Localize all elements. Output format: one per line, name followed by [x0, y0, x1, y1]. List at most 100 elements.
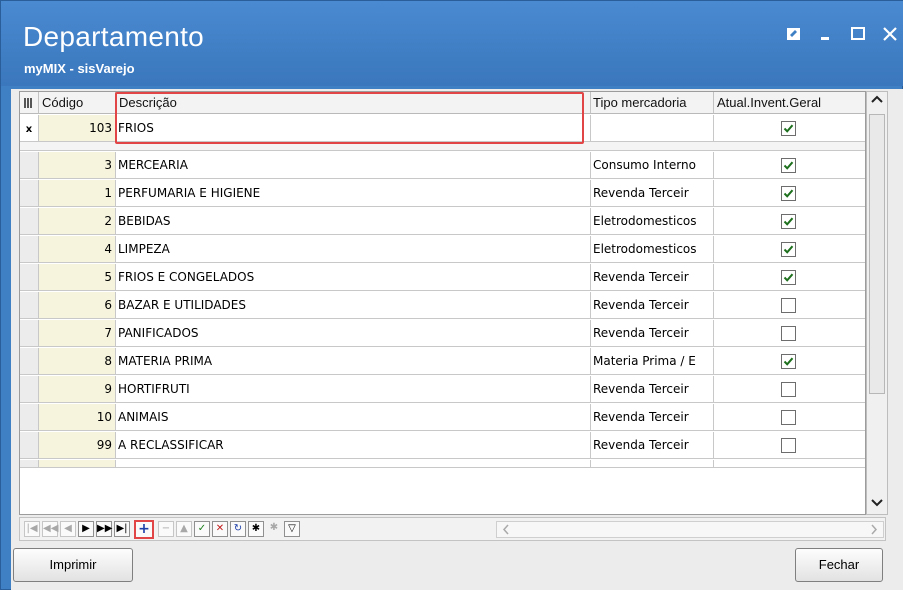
- row-indicator[interactable]: [20, 180, 39, 207]
- inventory-checkbox[interactable]: [781, 438, 796, 453]
- row-indicator[interactable]: [20, 264, 39, 291]
- row-indicator[interactable]: [20, 236, 39, 263]
- inventory-cell[interactable]: [714, 208, 865, 235]
- row-indicator[interactable]: [20, 152, 39, 179]
- type-cell[interactable]: Revenda Terceir: [591, 264, 714, 291]
- next-page-icon[interactable]: ▶▶: [96, 521, 112, 537]
- table-row[interactable]: 2 BEBIDAS Eletrodomesticos: [20, 208, 865, 235]
- type-cell[interactable]: Revenda Terceir: [591, 432, 714, 459]
- code-cell[interactable]: 99: [39, 432, 116, 459]
- departments-grid[interactable]: Código Descrição Tipo mercadoria Atual.I…: [19, 91, 866, 515]
- inventory-checkbox[interactable]: [781, 214, 796, 229]
- description-cell[interactable]: MERCEARIA: [116, 152, 591, 179]
- inventory-checkbox[interactable]: [781, 242, 796, 257]
- inventory-cell[interactable]: [714, 292, 865, 319]
- code-cell[interactable]: 7: [39, 320, 116, 347]
- inventory-checkbox[interactable]: [781, 410, 796, 425]
- inventory-cell[interactable]: [714, 376, 865, 403]
- row-indicator[interactable]: [20, 320, 39, 347]
- prior-page-icon[interactable]: ◀◀: [42, 521, 58, 537]
- inventory-cell[interactable]: [714, 320, 865, 347]
- description-cell[interactable]: LIMPEZA: [116, 236, 591, 263]
- next-icon[interactable]: ▶: [78, 521, 94, 537]
- code-cell[interactable]: 9: [39, 376, 116, 403]
- type-cell[interactable]: Revenda Terceir: [591, 404, 714, 431]
- inventory-checkbox[interactable]: [781, 270, 796, 285]
- inventory-checkbox[interactable]: [781, 382, 796, 397]
- description-cell[interactable]: A RECLASSIFICAR: [116, 432, 591, 459]
- close-icon[interactable]: [881, 25, 899, 43]
- refresh-icon[interactable]: ↻: [230, 521, 246, 537]
- table-row[interactable]: 8 MATERIA PRIMA Materia Prima / E: [20, 348, 865, 375]
- vertical-scrollbar[interactable]: [866, 91, 888, 515]
- description-cell[interactable]: ANIMAIS: [116, 404, 591, 431]
- column-header-inventory[interactable]: Atual.Invent.Geral: [714, 92, 865, 114]
- description-cell[interactable]: MATERIA PRIMA: [116, 348, 591, 375]
- description-cell[interactable]: PERFUMARIA E HIGIENE: [116, 180, 591, 207]
- prior-icon[interactable]: ◀: [60, 521, 76, 537]
- minimize-icon[interactable]: [817, 25, 835, 43]
- table-row[interactable]: 7 PANIFICADOS Revenda Terceir: [20, 320, 865, 347]
- horizontal-scrollbar[interactable]: [496, 521, 884, 538]
- type-cell[interactable]: Consumo Interno: [591, 152, 714, 179]
- inventory-checkbox[interactable]: [781, 298, 796, 313]
- row-indicator[interactable]: [20, 292, 39, 319]
- column-header-code[interactable]: Código: [39, 92, 116, 114]
- row-indicator[interactable]: [20, 432, 39, 459]
- apply-filter-icon[interactable]: ✱: [248, 521, 264, 537]
- close-button[interactable]: Fechar: [795, 548, 883, 582]
- clear-filter-icon[interactable]: ✱: [266, 521, 282, 537]
- row-indicator[interactable]: [20, 376, 39, 403]
- table-row[interactable]: 5 FRIOS E CONGELADOS Revenda Terceir: [20, 264, 865, 291]
- print-button[interactable]: Imprimir: [13, 548, 133, 582]
- column-selector-icon[interactable]: [24, 97, 34, 109]
- edit-icon[interactable]: ▲: [176, 521, 192, 537]
- last-icon[interactable]: ▶|: [114, 521, 130, 537]
- maximize-icon[interactable]: [849, 25, 867, 43]
- post-icon[interactable]: ✓: [194, 521, 210, 537]
- delete-icon[interactable]: −: [158, 521, 174, 537]
- type-cell[interactable]: Eletrodomesticos: [591, 236, 714, 263]
- inventory-cell[interactable]: [714, 180, 865, 207]
- filter-icon[interactable]: ▽: [284, 521, 300, 537]
- code-cell[interactable]: 5: [39, 264, 116, 291]
- table-row[interactable]: 6 BAZAR E UTILIDADES Revenda Terceir: [20, 292, 865, 319]
- inventory-cell[interactable]: [714, 404, 865, 431]
- inventory-cell[interactable]: [714, 432, 865, 459]
- inventory-cell[interactable]: [714, 348, 865, 375]
- description-cell[interactable]: PANIFICADOS: [116, 320, 591, 347]
- type-cell[interactable]: Revenda Terceir: [591, 180, 714, 207]
- table-row[interactable]: 9 HORTIFRUTI Revenda Terceir: [20, 376, 865, 403]
- scroll-right-icon[interactable]: [868, 522, 880, 537]
- table-row[interactable]: 10 ANIMAIS Revenda Terceir: [20, 404, 865, 431]
- row-indicator[interactable]: [20, 348, 39, 375]
- description-cell[interactable]: BEBIDAS: [116, 208, 591, 235]
- code-cell[interactable]: 2: [39, 208, 116, 235]
- column-header-type[interactable]: Tipo mercadoria: [591, 92, 714, 114]
- inventory-cell[interactable]: [714, 264, 865, 291]
- scroll-thumb[interactable]: [869, 114, 885, 394]
- description-cell[interactable]: BAZAR E UTILIDADES: [116, 292, 591, 319]
- filter-type-input[interactable]: [591, 115, 714, 142]
- inventory-cell[interactable]: [714, 152, 865, 179]
- table-row[interactable]: 1 PERFUMARIA E HIGIENE Revenda Terceir: [20, 180, 865, 207]
- scroll-left-icon[interactable]: [500, 522, 512, 537]
- inventory-checkbox[interactable]: [781, 186, 796, 201]
- inventory-checkbox[interactable]: [781, 326, 796, 341]
- first-icon[interactable]: |◀: [24, 521, 40, 537]
- filter-inventory-checkbox[interactable]: [781, 121, 796, 136]
- code-cell[interactable]: 8: [39, 348, 116, 375]
- code-cell[interactable]: 3: [39, 152, 116, 179]
- filter-description-input[interactable]: FRIOS: [116, 115, 591, 142]
- row-indicator[interactable]: [20, 208, 39, 235]
- filter-row[interactable]: x 103 FRIOS: [20, 115, 865, 142]
- type-cell[interactable]: Revenda Terceir: [591, 292, 714, 319]
- inventory-cell[interactable]: [714, 236, 865, 263]
- filter-code-input[interactable]: 103: [39, 115, 116, 142]
- insert-icon[interactable]: +: [134, 520, 154, 539]
- scroll-up-icon[interactable]: [867, 92, 887, 108]
- code-cell[interactable]: 1: [39, 180, 116, 207]
- title-bar[interactable]: Departamento myMIX - sisVarejo: [1, 1, 903, 86]
- scroll-down-icon[interactable]: [867, 494, 887, 510]
- row-indicator[interactable]: [20, 404, 39, 431]
